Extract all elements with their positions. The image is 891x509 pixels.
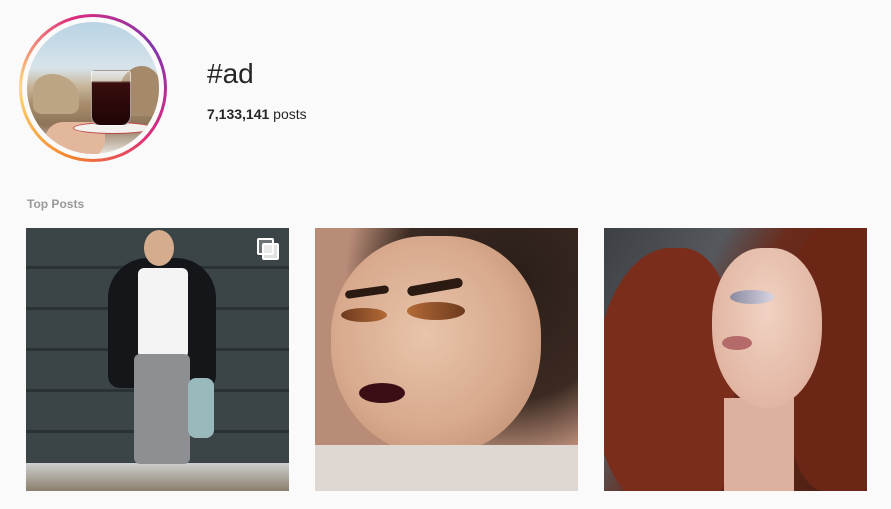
top-posts-heading: Top Posts <box>27 197 85 211</box>
avatar-tea-glass <box>91 70 131 126</box>
post-person-bag <box>188 378 214 438</box>
post-ground <box>26 463 289 491</box>
hashtag-avatar-ring[interactable] <box>19 14 167 162</box>
post-count: 7,133,141 posts <box>207 106 307 122</box>
post-eye-makeup <box>407 302 465 320</box>
post-neck <box>724 398 794 491</box>
avatar-background-rock <box>33 74 79 114</box>
post-count-label: posts <box>269 106 307 122</box>
post-eye-makeup <box>730 290 774 304</box>
post-lips <box>722 336 752 350</box>
hashtag-avatar-image[interactable] <box>27 22 159 154</box>
top-post-3[interactable] <box>604 228 867 491</box>
post-eye-makeup <box>341 308 387 322</box>
post-lips <box>359 383 405 403</box>
top-post-1[interactable] <box>26 228 289 491</box>
hashtag-avatar-border <box>22 17 164 159</box>
post-person-shirt <box>138 268 188 358</box>
post-face <box>331 236 541 456</box>
post-hair <box>604 248 734 491</box>
post-person-head <box>144 230 174 266</box>
post-sweater <box>315 445 578 491</box>
post-count-number: 7,133,141 <box>207 106 270 122</box>
post-face <box>712 248 822 408</box>
hashtag-title: #ad <box>207 58 254 89</box>
top-post-2[interactable] <box>315 228 578 491</box>
multiple-images-icon <box>257 238 279 260</box>
post-person-jeans <box>134 354 190 464</box>
